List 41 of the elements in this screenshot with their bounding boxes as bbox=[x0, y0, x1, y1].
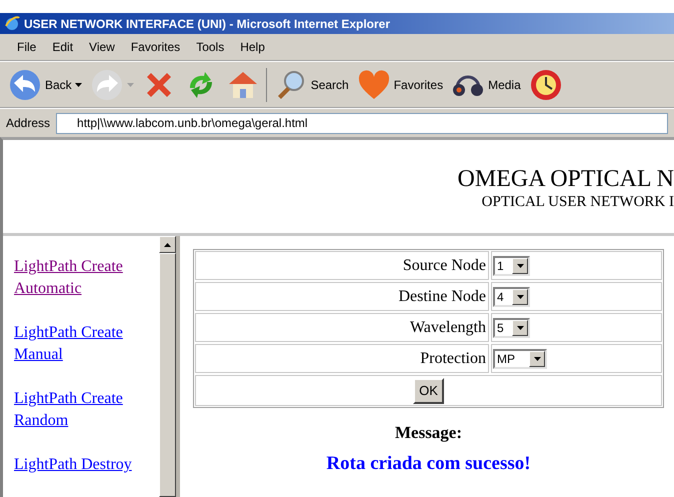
message-text: Rota criada com sucesso! bbox=[326, 452, 531, 476]
field-label: Protection bbox=[195, 344, 489, 373]
sidebar-link[interactable]: LightPath Destroy bbox=[14, 454, 139, 476]
field-label: Destine Node bbox=[195, 282, 489, 311]
field-label: Source Node bbox=[195, 251, 489, 280]
browser-logo-icon bbox=[4, 16, 20, 32]
heart-icon bbox=[356, 68, 391, 102]
address-field[interactable]: http|\\www.labcom.unb.br\omega\geral.html bbox=[56, 112, 668, 134]
toolbar-button[interactable]: Search bbox=[272, 66, 351, 104]
dropdown[interactable]: 1 bbox=[493, 256, 530, 276]
caret-icon bbox=[534, 356, 540, 360]
menu-item[interactable]: Help bbox=[233, 38, 272, 56]
menu-item[interactable]: Tools bbox=[189, 38, 232, 56]
scroll-up-icon bbox=[164, 242, 171, 246]
toolbar-button[interactable]: Media bbox=[449, 66, 523, 104]
dropdown[interactable]: MP bbox=[493, 348, 547, 368]
sidebar-link[interactable]: LightPath Create Automatic bbox=[14, 256, 139, 300]
sidebar-link[interactable]: LightPath Create Random bbox=[14, 388, 139, 432]
page-title: OMEGA OPTICAL N bbox=[458, 164, 674, 192]
caret-icon bbox=[516, 294, 524, 298]
caret-icon bbox=[516, 326, 524, 330]
caret-icon bbox=[516, 264, 524, 268]
ok-button[interactable]: OK bbox=[413, 378, 444, 404]
clock-icon bbox=[528, 68, 563, 102]
toolbar-button[interactable]: Favorites bbox=[354, 66, 446, 104]
menu-item[interactable]: Favorites bbox=[124, 38, 188, 56]
dropdown[interactable]: 4 bbox=[493, 286, 530, 306]
address-label: Address bbox=[6, 115, 50, 132]
toolbar-button[interactable]: Back bbox=[6, 66, 84, 104]
menu-item[interactable]: File bbox=[10, 38, 44, 56]
message-label: Message: bbox=[394, 422, 462, 444]
caret-icon bbox=[126, 82, 134, 86]
field-label: Wavelength bbox=[195, 313, 489, 342]
menu-item[interactable]: View bbox=[82, 38, 122, 56]
menu-item[interactable]: Edit bbox=[45, 38, 80, 56]
caret-icon bbox=[74, 82, 82, 86]
window-title: USER NETWORK INTERFACE (UNI) - Microsoft Internet Explorer bbox=[24, 16, 390, 32]
scrollbar[interactable] bbox=[159, 236, 176, 497]
dropdown[interactable]: 5 bbox=[493, 318, 530, 338]
sidebar-link[interactable]: LightPath Create Manual bbox=[14, 322, 139, 366]
page-subtitle: OPTICAL USER NETWORK I bbox=[482, 192, 674, 210]
